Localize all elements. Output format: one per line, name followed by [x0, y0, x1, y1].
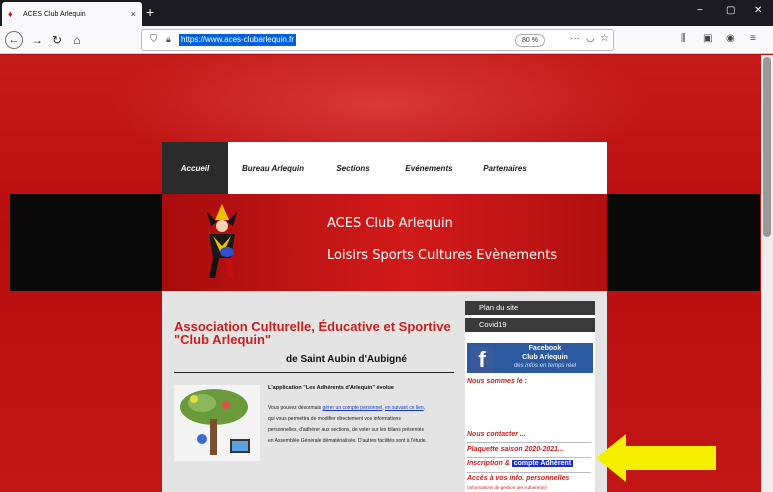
- menu-sections[interactable]: Sections: [318, 142, 388, 194]
- jester-logo-icon: [207, 204, 237, 278]
- yellow-arrow-icon: [596, 434, 716, 482]
- facebook-club-label: Club Arlequin: [522, 354, 568, 361]
- divider: [174, 372, 454, 373]
- menu-accueil[interactable]: Accueil: [162, 142, 228, 194]
- banner-title: ACES Club Arlequin: [327, 216, 453, 231]
- menu-evenements[interactable]: Evénements: [388, 142, 470, 194]
- main-menu: Accueil Bureau Arlequin Sections Evéneme…: [162, 142, 607, 194]
- plan-du-site-button[interactable]: Plan du site: [465, 301, 595, 315]
- menu-partenaires[interactable]: Partenaires: [470, 142, 540, 194]
- menu-icon[interactable]: ≡: [750, 33, 756, 44]
- page-scrollbar[interactable]: [761, 55, 773, 492]
- url-text[interactable]: https://www.aces-clubarlequin.fr: [179, 34, 296, 46]
- facebook-icon: f: [471, 347, 493, 373]
- maximize-icon[interactable]: ▢: [726, 5, 735, 16]
- lock-icon[interactable]: 🔒︎: [166, 34, 171, 45]
- home-icon[interactable]: ⌂: [68, 31, 86, 49]
- facebook-tagline: des infos en temps réel: [513, 363, 577, 369]
- pocket-icon[interactable]: ◡: [586, 33, 595, 44]
- suivant-lien-link[interactable]: en suivant ce lien: [385, 405, 424, 411]
- facebook-label: Facebook: [528, 345, 562, 352]
- divider: [467, 472, 591, 473]
- divider: [467, 442, 591, 443]
- web-page: Accueil Bureau Arlequin Sections Evéneme…: [0, 55, 773, 492]
- close-window-icon[interactable]: ✕: [754, 5, 762, 16]
- covid19-button[interactable]: Covid19: [465, 318, 595, 332]
- minimize-icon[interactable]: −: [697, 5, 703, 16]
- nous-sommes-le: Nous sommes le :: [467, 378, 527, 385]
- tab-close-icon[interactable]: ×: [131, 9, 136, 19]
- page-actions-icon[interactable]: ···: [570, 33, 580, 44]
- inscription-link[interactable]: Inscription & compte Adhérent: [467, 460, 574, 467]
- tracking-shield-icon[interactable]: ⛉: [150, 34, 158, 45]
- tab-title: ACES Club Arlequin: [23, 10, 86, 18]
- acces-info-subtitle: (Informations de gestion des Adhérents): [467, 485, 547, 490]
- bookmark-star-icon[interactable]: ☆: [600, 33, 609, 44]
- reload-icon[interactable]: ↻: [48, 31, 66, 49]
- nous-contacter-link[interactable]: Nous contacter ...: [467, 431, 526, 438]
- page-title: Association Culturelle, Éducative et Spo…: [174, 319, 451, 347]
- new-tab-button[interactable]: +: [146, 4, 154, 20]
- tree-illustration-icon: [174, 385, 260, 461]
- tab-bar: ♦ ACES Club Arlequin × + − ▢ ✕: [0, 0, 773, 26]
- account-icon[interactable]: ◉: [726, 33, 735, 44]
- forward-arrow-icon[interactable]: →: [28, 31, 46, 49]
- bookmarks-library-icon[interactable]: ⫼: [681, 33, 686, 44]
- app-text-part: Vous pouvez désormais: [268, 405, 323, 411]
- facebook-banner[interactable]: f Facebook Club Arlequin des infos en te…: [467, 343, 593, 373]
- zoom-level[interactable]: 80 %: [515, 34, 545, 47]
- app-news-text: Vous pouvez désormais gérer un compte pe…: [268, 403, 428, 447]
- app-news-title: L'application "Les Adhérents d'Arlequin"…: [268, 385, 394, 391]
- inscription-label: Inscription &: [467, 460, 512, 467]
- scrollbar-thumb[interactable]: [763, 57, 771, 237]
- jester-favicon-icon: ♦: [8, 9, 13, 19]
- sidebar-icon[interactable]: ▣: [703, 33, 712, 44]
- divider: [467, 457, 591, 458]
- compte-adherent-link[interactable]: compte Adhérent: [511, 460, 574, 467]
- gerer-compte-link[interactable]: gérer un compte personnel: [322, 405, 382, 411]
- page-subtitle: de Saint Aubin d'Aubigné: [286, 354, 407, 365]
- browser-tab[interactable]: ♦ ACES Club Arlequin ×: [2, 2, 142, 26]
- site-banner: ACES Club Arlequin Loisirs Sports Cultur…: [162, 194, 607, 291]
- back-arrow-icon[interactable]: ←: [5, 31, 23, 49]
- plaquette-link[interactable]: Plaquette saison 2020-2021...: [467, 446, 564, 453]
- acces-info-link[interactable]: Accès à vos info. personnelles: [467, 475, 569, 482]
- menu-bureau-arlequin[interactable]: Bureau Arlequin: [228, 142, 318, 194]
- banner-subtitle: Loisirs Sports Cultures Evènements: [327, 248, 558, 263]
- right-sidebar: Plan du site Covid19 f Facebook Club Arl…: [465, 301, 595, 492]
